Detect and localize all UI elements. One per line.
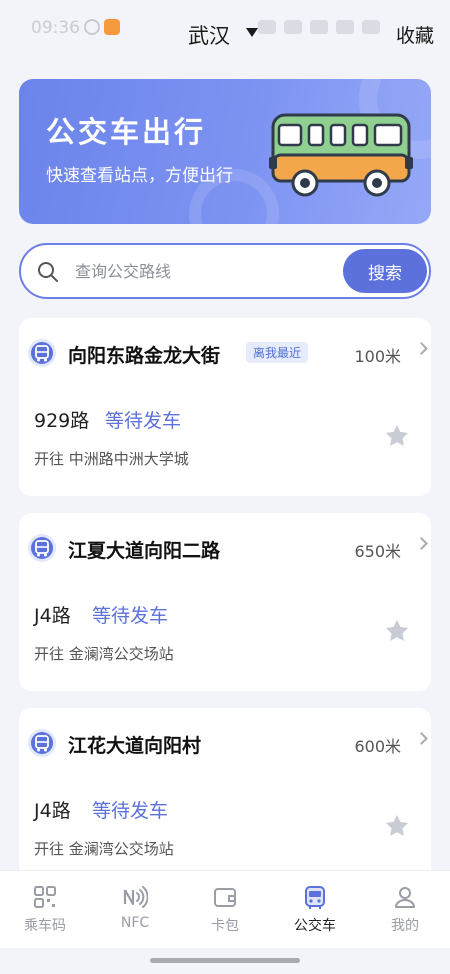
bus-illustration-icon [269, 113, 413, 197]
tab-profile[interactable]: 我的 [360, 871, 450, 948]
route-search-input[interactable] [75, 257, 335, 285]
favorites-button[interactable]: 收藏 [396, 21, 434, 48]
vibrate-icon [258, 20, 276, 34]
bus-icon [305, 886, 325, 909]
route-number: J4路 [34, 800, 71, 822]
route-destination: 开往 中洲路中洲大学城 [34, 450, 189, 468]
notification-icon [84, 19, 100, 35]
chevron-right-icon[interactable] [415, 342, 428, 355]
stop-card[interactable]: 向阳东路金龙大街 离我最近 100米 929路 等待发车 开往 中洲路中洲大学城 [19, 318, 431, 496]
bus-stop-icon [28, 339, 56, 367]
city-selector[interactable]: 武汉 [188, 20, 230, 50]
tab-label: NFC [120, 915, 150, 931]
stop-name: 江夏大道向阳二路 [68, 540, 221, 562]
tab-bus[interactable]: 公交车 [270, 871, 360, 948]
app-notification-icon [104, 19, 120, 35]
route-status: 等待发车 [92, 605, 169, 627]
route-search-bar: 搜索 [19, 243, 431, 299]
route-destination: 开往 金澜湾公交场站 [34, 645, 174, 663]
banner: 公交车出行 快速查看站点，方便出行 [19, 79, 431, 224]
nfc-icon [123, 886, 148, 908]
route-number: J4路 [34, 605, 71, 627]
battery-icon [362, 20, 380, 34]
stop-name: 向阳东路金龙大街 [68, 345, 221, 367]
favorite-star-icon[interactable] [383, 812, 411, 840]
qr-code-icon [34, 886, 56, 908]
route-status: 等待发车 [105, 410, 182, 432]
home-indicator[interactable] [150, 958, 300, 963]
stop-card[interactable]: 江夏大道向阳二路 650米 J4路 等待发车 开往 金澜湾公交场站 [19, 513, 431, 691]
tab-wallet[interactable]: 卡包 [180, 871, 270, 948]
bus-stop-icon [28, 729, 56, 757]
notification-icons [84, 19, 120, 35]
wifi-icon [310, 20, 328, 34]
tab-label: 乘车码 [24, 918, 66, 934]
route-destination: 开往 金澜湾公交场站 [34, 840, 174, 858]
bottom-tab-bar: 乘车码 NFC 卡包 公交车 我的 [0, 870, 450, 948]
status-bar: 09:36 武汉 收藏 [0, 0, 450, 62]
banner-title: 公交车出行 [46, 115, 207, 149]
tab-nfc[interactable]: NFC [90, 871, 180, 948]
chevron-right-icon[interactable] [415, 537, 428, 550]
system-icons [258, 20, 380, 34]
favorite-star-icon[interactable] [383, 422, 411, 450]
banner-subtitle: 快速查看站点，方便出行 [46, 166, 233, 186]
status-time: 09:36 [31, 18, 80, 38]
tab-label: 公交车 [294, 918, 336, 934]
stop-card[interactable]: 江花大道向阳村 600米 J4路 等待发车 开往 金澜湾公交场站 [19, 708, 431, 886]
bus-stop-icon [28, 534, 56, 562]
stop-distance: 650米 [354, 542, 401, 561]
signal-icon [336, 20, 354, 34]
alarm-icon [284, 20, 302, 34]
caret-down-icon[interactable] [246, 28, 258, 37]
nearest-badge: 离我最近 [246, 342, 309, 363]
favorite-star-icon[interactable] [383, 617, 411, 645]
tab-ride-code[interactable]: 乘车码 [0, 871, 90, 948]
stop-distance: 600米 [354, 737, 401, 756]
route-status: 等待发车 [92, 800, 169, 822]
tab-label: 卡包 [211, 918, 239, 934]
search-button[interactable]: 搜索 [343, 249, 427, 293]
route-number: 929路 [34, 410, 90, 432]
tab-label: 我的 [391, 918, 419, 934]
chevron-right-icon[interactable] [415, 732, 428, 745]
search-icon [38, 262, 58, 282]
profile-icon [395, 887, 415, 908]
stop-name: 江花大道向阳村 [68, 735, 202, 757]
stop-distance: 100米 [354, 347, 401, 366]
wallet-icon [214, 888, 236, 907]
